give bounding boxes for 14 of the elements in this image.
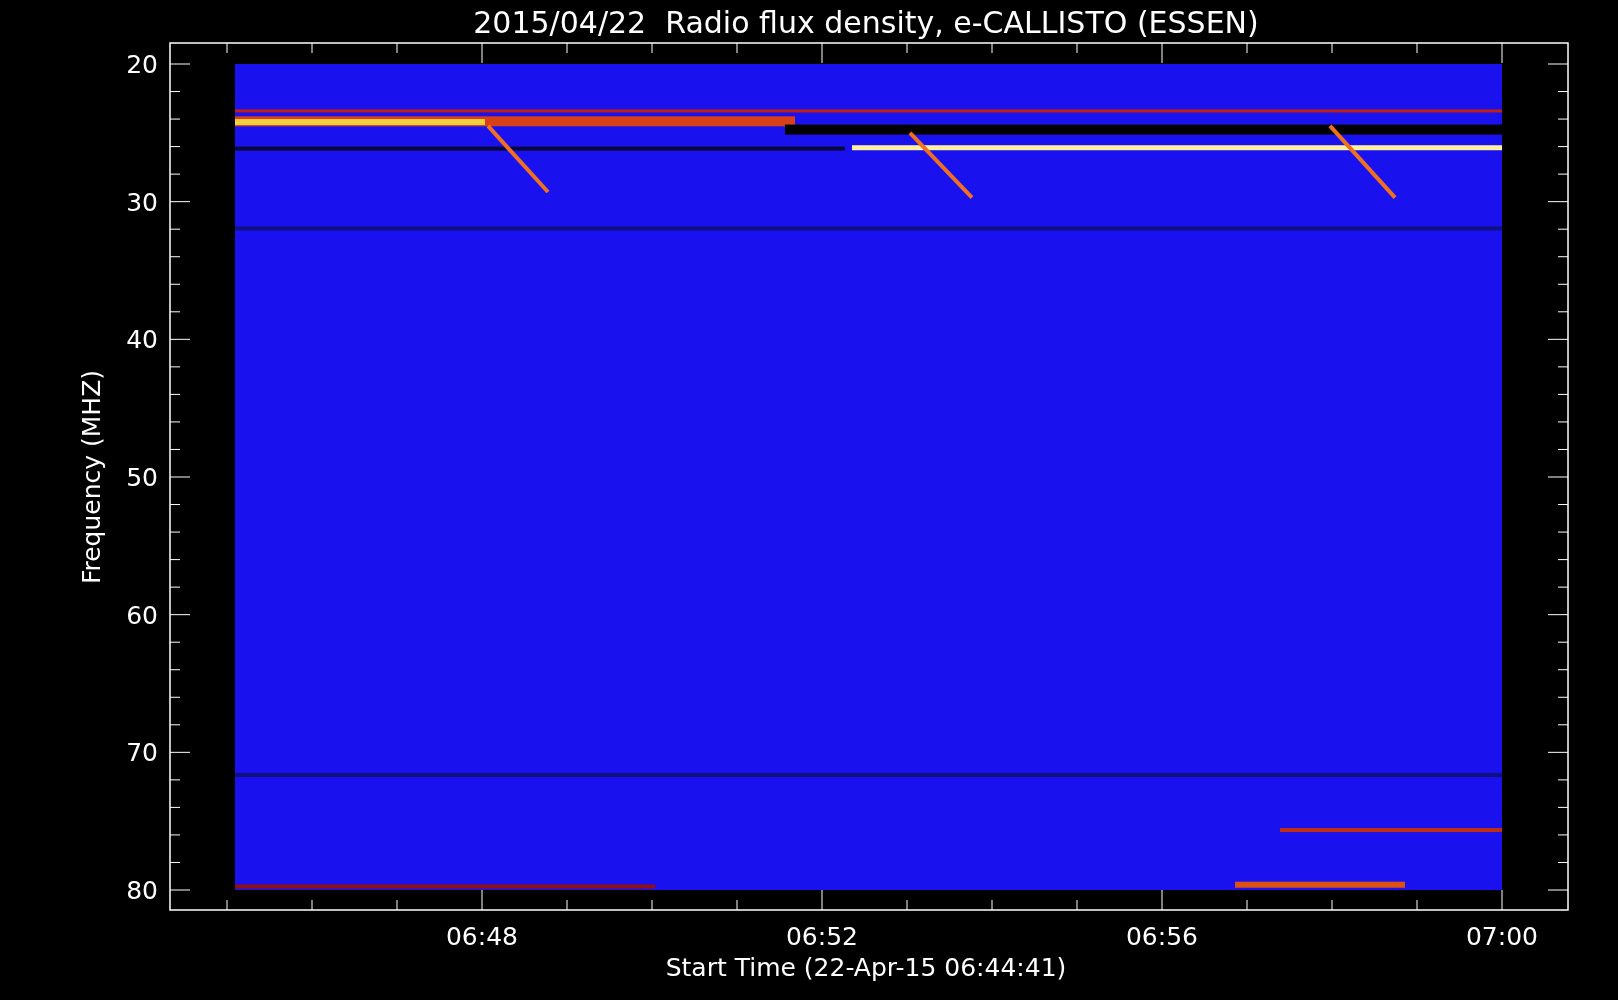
y-tick-label: 50 bbox=[126, 463, 158, 492]
y-tick-label: 70 bbox=[126, 738, 158, 768]
y-tick-label: 80 bbox=[126, 876, 158, 905]
y-axis-label: Frequency (MHZ) bbox=[77, 369, 106, 585]
x-tick-label: 06:48 bbox=[446, 922, 518, 951]
x-axis-label: Start Time (22-Apr-15 06:44:41) bbox=[665, 953, 1067, 982]
y-tick-label: 60 bbox=[126, 600, 158, 630]
x-tick-label: 06:56 bbox=[1126, 922, 1198, 951]
x-tick-label: 06:52 bbox=[786, 922, 858, 951]
x-tick-label: 07:00 bbox=[1466, 922, 1538, 951]
y-tick-label: 40 bbox=[126, 325, 158, 355]
y-tick-label: 20 bbox=[126, 50, 158, 79]
y-tick-label: 30 bbox=[126, 187, 158, 217]
chart-title: 2015/04/22 Radio flux density, e-CALLISTO (ESSEN) bbox=[473, 5, 1259, 40]
